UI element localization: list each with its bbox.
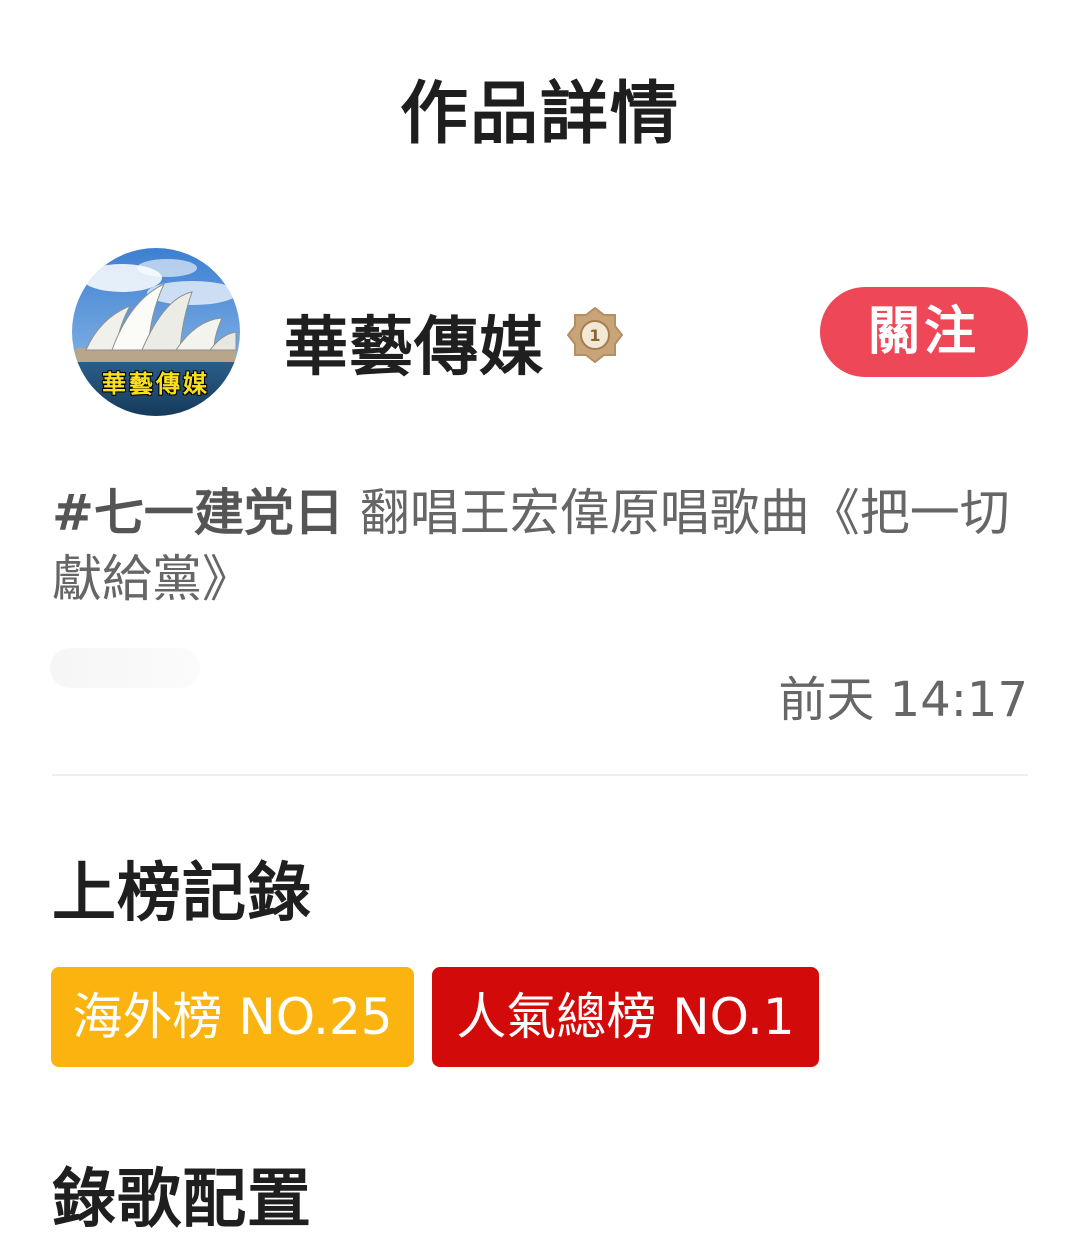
page-title: 作品詳情 [399, 75, 680, 154]
recording-config-title: 錄歌配置 [52, 1163, 312, 1237]
post-hashtag[interactable]: #七一建党日 [52, 484, 344, 542]
username[interactable]: 華藝傳媒 [284, 296, 544, 388]
chart-tag-popular[interactable]: 人氣總榜 NO.1 [432, 967, 819, 1067]
work-detail-sheet: 作品詳情 華藝傳媒 華藝傳媒 1 關注 #七一建党日 翻唱王宏偉原唱歌曲《把一切… [0, 0, 1080, 1257]
avatar[interactable]: 華藝傳媒 [72, 248, 240, 416]
avatar-caption: 華藝傳媒 [102, 370, 210, 398]
post-description: #七一建党日 翻唱王宏偉原唱歌曲《把一切獻給黨》 [52, 480, 1032, 612]
rank-badge-icon: 1 [566, 306, 624, 364]
chart-records-title: 上榜記錄 [52, 857, 312, 931]
rank-badge-number: 1 [589, 326, 600, 345]
post-timestamp: 前天 14:17 [778, 672, 1028, 728]
chart-tag-overseas[interactable]: 海外榜 NO.25 [51, 967, 414, 1067]
follow-button[interactable]: 關注 [820, 287, 1028, 377]
blurred-chip [50, 648, 200, 688]
divider [52, 774, 1028, 776]
